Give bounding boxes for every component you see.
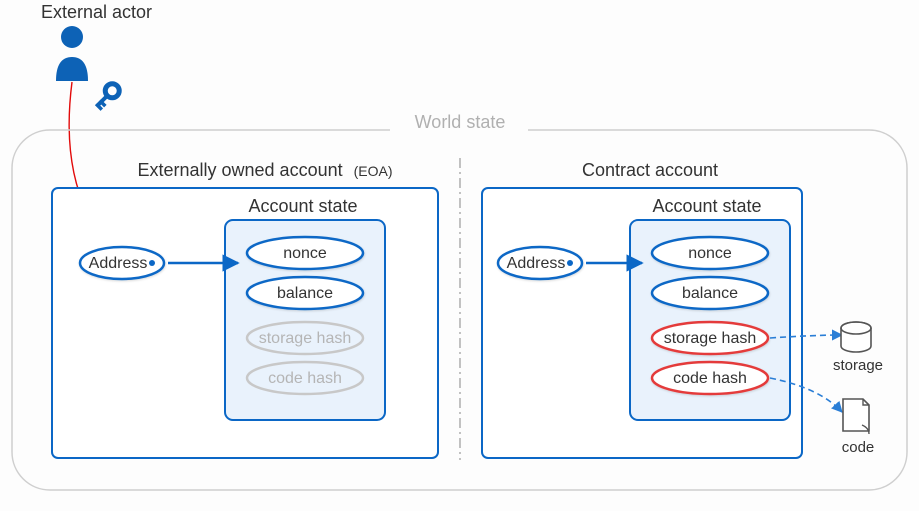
eoa-account-state-label: Account state [248,196,357,216]
contract-address-text: Address [507,255,566,272]
eoa-balance-text: balance [277,285,333,302]
contract-account-state-label: Account state [652,196,761,216]
eoa-storage-hash-text: storage hash [259,330,352,347]
external-actor-label: External actor [41,2,152,22]
contract-title: Contract account [582,160,718,180]
contract-balance-text: balance [682,285,738,302]
eoa-title: Externally owned account (EOA) [137,160,392,180]
database-icon [841,322,871,352]
storage-icon-label: storage [833,357,883,374]
world-state-label: World state [415,112,506,132]
contract-storage-hash-text: storage hash [664,330,757,347]
contract-code-hash-text: code hash [673,370,747,387]
eoa-address-dot [149,260,155,266]
person-icon [56,26,88,81]
key-icon [91,81,122,112]
contract-address-dot [567,260,573,266]
eoa-code-hash-text: code hash [268,370,342,387]
file-icon [843,399,869,434]
contract-nonce-text: nonce [688,245,732,262]
contract-panel: Contract account Account state Address n… [482,160,883,458]
eoa-nonce-text: nonce [283,245,327,262]
code-icon-label: code [842,439,875,456]
eoa-address-text: Address [89,255,148,272]
eoa-panel: Externally owned account (EOA) Account s… [52,160,438,458]
